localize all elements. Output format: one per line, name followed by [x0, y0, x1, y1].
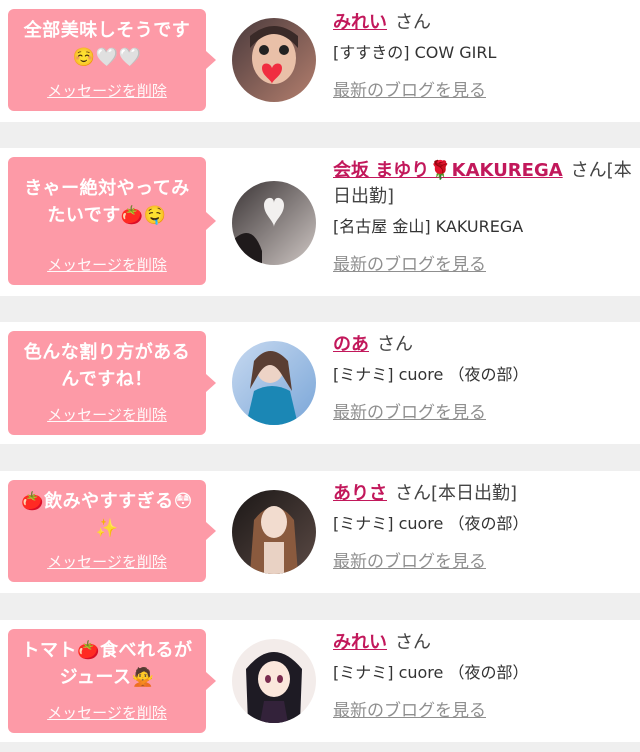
message-card: 色んな割り方があるんですね！ メッセージを削除 のあ さん [ミナミ] cuore… [0, 322, 640, 444]
user-name-link[interactable]: ありさ [333, 483, 387, 504]
user-info: のあ さん [ミナミ] cuore （夜の部） 最新のブログを見る [333, 332, 640, 423]
user-info: 会坂 まゆり🌹KAKUREGA さん[本日出勤] [名古屋 金山] KAKUREG… [333, 158, 640, 275]
shop-label: [名古屋 金山] KAKUREGA [333, 217, 524, 236]
name-suffix: さん [395, 632, 431, 653]
message-text: トマト🍅食べれるがジュース🙅 [21, 640, 193, 688]
user-name-link[interactable]: のあ [333, 334, 369, 355]
name-line: ありさ さん[本日出勤] [333, 481, 640, 507]
avatar[interactable] [232, 639, 316, 723]
user-name-link[interactable]: みれい [333, 12, 387, 33]
delete-message-link[interactable]: メッセージを削除 [8, 254, 206, 275]
message-list: 全部美味しそうです☺️🤍🤍 メッセージを削除 みれい さん [すすきの] COW … [0, 0, 640, 752]
avatar[interactable] [232, 490, 316, 574]
name-line: 会坂 まゆり🌹KAKUREGA さん[本日出勤] [333, 158, 640, 210]
name-line: みれい さん [333, 10, 640, 36]
shop-label: [ミナミ] cuore （夜の部） [333, 365, 529, 384]
message-bubble: 全部美味しそうです☺️🤍🤍 メッセージを削除 [8, 9, 216, 111]
latest-blog-link[interactable]: 最新のブログを見る [333, 547, 486, 572]
delete-message-link[interactable]: メッセージを削除 [8, 80, 206, 101]
latest-blog-link[interactable]: 最新のブログを見る [333, 398, 486, 423]
message-text: きゃー絶対やってみたいです🍅🤤 [24, 178, 190, 226]
user-info: みれい さん [ミナミ] cuore （夜の部） 最新のブログを見る [333, 630, 640, 721]
name-suffix: さん [395, 12, 431, 33]
message-bubble: きゃー絶対やってみたいです🍅🤤 メッセージを削除 [8, 157, 216, 285]
delete-message-link[interactable]: メッセージを削除 [8, 551, 206, 572]
name-suffix: さん [377, 334, 413, 355]
user-name-link[interactable]: みれい [333, 632, 387, 653]
latest-blog-link[interactable]: 最新のブログを見る [333, 76, 486, 101]
message-bubble: 🍅飲みやすすぎる😳✨ メッセージを削除 [8, 480, 216, 582]
name-line: みれい さん [333, 630, 640, 656]
delete-message-link[interactable]: メッセージを削除 [8, 404, 206, 425]
name-suffix: さん[本日出勤] [395, 483, 518, 504]
message-card: 🍅飲みやすすぎる😳✨ メッセージを削除 ありさ さん[本日出勤] [ミナミ] cu… [0, 471, 640, 593]
message-card: きゃー絶対やってみたいです🍅🤤 メッセージを削除 会坂 まゆり🌹KAKUREGA… [0, 148, 640, 296]
latest-blog-link[interactable]: 最新のブログを見る [333, 696, 486, 721]
shop-label: [ミナミ] cuore （夜の部） [333, 663, 529, 682]
name-line: のあ さん [333, 332, 640, 358]
message-text: 色んな割り方があるんですね！ [23, 342, 191, 390]
message-card: トマト🍅食べれるがジュース🙅 メッセージを削除 みれい さん [ミナミ] cuor… [0, 620, 640, 742]
message-bubble: 色んな割り方があるんですね！ メッセージを削除 [8, 331, 216, 435]
avatar[interactable] [232, 341, 316, 425]
message-text: 全部美味しそうです☺️🤍🤍 [23, 20, 191, 68]
user-info: ありさ さん[本日出勤] [ミナミ] cuore （夜の部） 最新のブログを見る [333, 481, 640, 572]
user-info: みれい さん [すすきの] COW GIRL 最新のブログを見る [333, 10, 640, 101]
latest-blog-link[interactable]: 最新のブログを見る [333, 250, 486, 275]
shop-label: [ミナミ] cuore （夜の部） [333, 514, 529, 533]
message-text: 🍅飲みやすすぎる😳✨ [21, 491, 193, 539]
user-name-link[interactable]: 会坂 まゆり🌹KAKUREGA [333, 160, 563, 181]
message-card: 全部美味しそうです☺️🤍🤍 メッセージを削除 みれい さん [すすきの] COW … [0, 0, 640, 122]
message-bubble: トマト🍅食べれるがジュース🙅 メッセージを削除 [8, 629, 216, 733]
avatar[interactable] [232, 18, 316, 102]
shop-label: [すすきの] COW GIRL [333, 43, 497, 62]
avatar[interactable] [232, 181, 316, 265]
delete-message-link[interactable]: メッセージを削除 [8, 702, 206, 723]
